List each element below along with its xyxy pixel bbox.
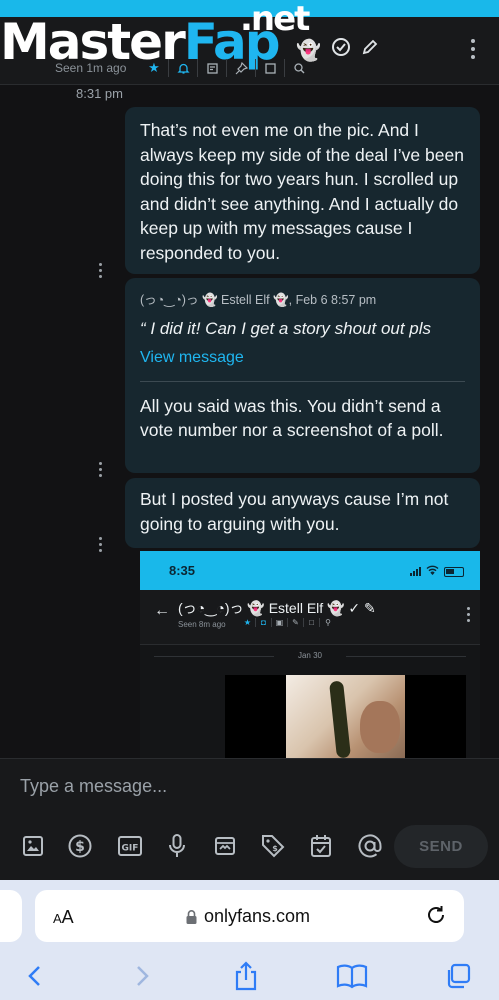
wifi-icon: [426, 565, 439, 578]
previous-tab-preview[interactable]: [0, 890, 22, 942]
outgoing-message-bubble[interactable]: But I posted you anyways cause I’m not g…: [125, 478, 480, 548]
signal-icon: [410, 567, 421, 576]
vault-icon[interactable]: [212, 833, 238, 859]
bookmarks-icon[interactable]: [336, 960, 368, 992]
last-seen: Seen 1m ago: [55, 61, 127, 75]
browser-toolbar: AA onlyfans.com: [0, 880, 499, 1000]
browser-nav: [0, 956, 499, 996]
star-icon: ★: [240, 618, 256, 627]
forward-icon[interactable]: [126, 960, 158, 992]
more-options-icon: [467, 607, 470, 622]
send-button[interactable]: SEND: [394, 825, 488, 868]
header-action-icons: ★: [140, 59, 314, 77]
media-icon: □: [304, 618, 320, 627]
message-timestamp: 8:31 pm: [76, 86, 123, 101]
quote-divider: [140, 380, 465, 382]
chat-header: MasterFap .net 👻 Seen 1m ago ★: [0, 2, 499, 85]
calendar-check-icon[interactable]: [308, 833, 334, 859]
price-tag-icon[interactable]: $: [260, 833, 286, 859]
view-message-link[interactable]: View message: [140, 346, 465, 371]
screenshot-clock: 8:35: [169, 563, 196, 578]
bell-icon[interactable]: [169, 59, 198, 77]
image-icon[interactable]: [20, 833, 46, 859]
dollar-icon[interactable]: $: [67, 833, 93, 859]
screenshot-status-bar: 8:35: [140, 551, 480, 590]
gif-icon[interactable]: GIF: [117, 833, 143, 859]
battery-icon: [444, 566, 464, 577]
url-display[interactable]: onlyfans.com: [185, 906, 310, 927]
notes-icon: ▣: [272, 618, 288, 627]
edit-pencil-icon[interactable]: [361, 38, 379, 62]
reload-icon[interactable]: [424, 903, 448, 932]
svg-text:$: $: [75, 839, 85, 855]
screenshot-last-seen: Seen 8m ago: [178, 620, 226, 629]
photo-thumbnail: [286, 675, 405, 758]
message-text: But I posted you anyways cause I’m not g…: [140, 489, 449, 534]
share-icon[interactable]: [230, 960, 262, 992]
svg-text:$: $: [272, 844, 278, 853]
message-input[interactable]: [20, 776, 380, 797]
message-text: That’s not even me on the pic. And I alw…: [140, 120, 464, 263]
tabs-icon[interactable]: [442, 960, 474, 992]
bell-icon: ◘: [256, 618, 272, 627]
reply-message-bubble[interactable]: (っ◔‿◔)っ 👻 Estell Elf 👻, Feb 6 8:57 pm “ …: [125, 278, 480, 473]
verified-icon: [331, 37, 351, 63]
page-settings-button[interactable]: AA: [53, 907, 74, 928]
message-text: All you said was this. You didn’t send a…: [140, 395, 444, 441]
microphone-icon[interactable]: [164, 833, 190, 859]
lock-icon: [186, 909, 197, 924]
screenshot-chat-header: ← (っ◔‿◔)っ 👻 Estell Elf 👻 ✓ ✎ Seen 8m ago…: [140, 590, 480, 645]
outgoing-message-bubble[interactable]: That’s not even me on the pic. And I alw…: [125, 107, 480, 274]
search-icon[interactable]: [285, 59, 314, 77]
message-options-icon[interactable]: [99, 537, 103, 552]
svg-text:GIF: GIF: [122, 844, 139, 854]
screenshot-status-icons: [410, 565, 464, 578]
message-composer: $ GIF $ SEND: [0, 758, 499, 880]
more-options-icon[interactable]: [471, 39, 477, 59]
notes-icon[interactable]: [198, 59, 227, 77]
search-icon: ⚲: [325, 618, 331, 627]
attached-screenshot[interactable]: 8:35 ← (っ◔‿◔)っ 👻 Estell Elf 👻 ✓ ✎ Seen 8…: [140, 551, 480, 758]
star-icon[interactable]: ★: [140, 59, 169, 77]
message-options-icon[interactable]: [99, 263, 103, 278]
back-icon[interactable]: [19, 960, 51, 992]
back-arrow-icon: ←: [154, 602, 170, 619]
quoted-author: (っ◔‿◔)っ 👻 Estell Elf 👻, Feb 6 8:57 pm: [140, 293, 377, 307]
address-bar[interactable]: AA onlyfans.com: [35, 890, 464, 942]
message-options-icon[interactable]: [99, 462, 103, 477]
screenshot-contact-name: (っ◔‿◔)っ 👻 Estell Elf 👻 ✓ ✎: [178, 600, 376, 616]
screenshot-header-icons: ★ ◘ ▣ ✎ □ ⚲: [240, 618, 336, 627]
screenshot-photo: [225, 675, 466, 758]
url-text: onlyfans.com: [204, 906, 311, 926]
screenshot-date-divider: Jan 30: [140, 651, 480, 660]
at-icon[interactable]: [357, 833, 383, 859]
quoted-text: “ I did it! Can I get a story shout out …: [140, 318, 432, 338]
media-icon[interactable]: [256, 59, 285, 77]
pin-icon[interactable]: [227, 59, 256, 77]
pin-icon: ✎: [288, 618, 304, 627]
